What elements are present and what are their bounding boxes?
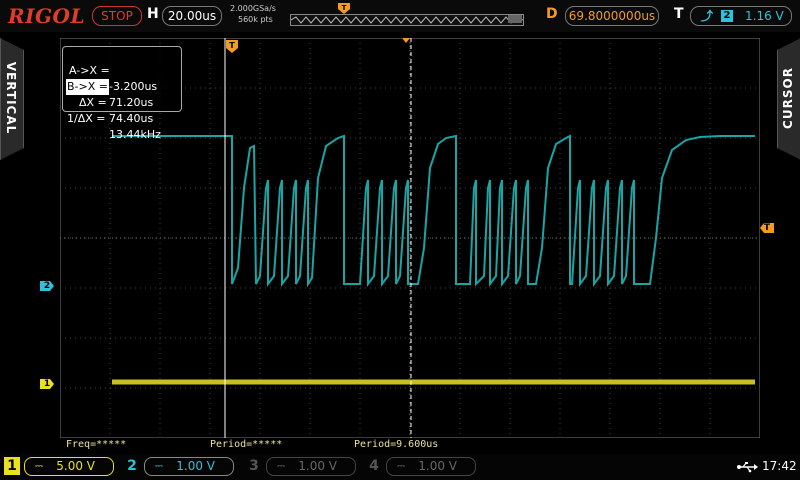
- trigger-label: T: [674, 6, 684, 22]
- measurement-freq[interactable]: Freq=*****: [66, 439, 126, 450]
- clock: 17:42: [762, 459, 797, 473]
- svg-text:T: T: [342, 4, 347, 12]
- ch2-button[interactable]: 2: [124, 457, 140, 475]
- svg-text:T: T: [229, 41, 235, 50]
- dc-coupling-icon: ⎓: [35, 461, 43, 472]
- ch1-scale-value: 5.00 V: [56, 459, 95, 473]
- sample-rate: 2.000GSa/s: [230, 4, 276, 13]
- rising-edge-icon: ⤴: [701, 9, 714, 23]
- ch4-scale[interactable]: ⎓ 1.00 V: [386, 457, 476, 476]
- inverse-delta-row: 1/ΔX = 13.44kHz: [63, 95, 181, 159]
- ch2-scale-value: 1.00 V: [176, 459, 215, 473]
- trigger-settings[interactable]: ⤴ 2 1.16 V: [690, 6, 792, 26]
- dc-coupling-icon: ⎓: [277, 461, 285, 472]
- dc-coupling-icon: ⎓: [397, 461, 405, 472]
- dc-coupling-icon: ⎓: [155, 461, 163, 472]
- acquisition-info: 2.000GSa/s 560k pts: [230, 3, 276, 25]
- cursor-menu-tab[interactable]: CURSOR: [777, 38, 800, 160]
- memory-view-window[interactable]: [508, 15, 522, 23]
- memory-depth: 560k pts: [238, 15, 273, 24]
- inverse-delta-value: 13.44kHz: [109, 128, 161, 141]
- horizontal-label: H: [147, 6, 159, 22]
- measurement-period-2[interactable]: Period=9.600us: [354, 439, 438, 450]
- measurement-period-1[interactable]: Period=*****: [210, 439, 282, 450]
- vertical-tab-label: VERTICAL: [4, 61, 18, 135]
- cursor-readout: A->X = -3.200us B->X = 71.20us ΔX = 74.4…: [62, 46, 182, 141]
- ch1-button[interactable]: 1: [4, 457, 20, 475]
- ch3-scale-value: 1.00 V: [298, 459, 337, 473]
- ch3-button[interactable]: 3: [246, 457, 262, 475]
- ch4-scale-value: 1.00 V: [418, 459, 457, 473]
- trigger-source-badge: 2: [721, 10, 733, 22]
- delay-label: D: [546, 6, 558, 22]
- timebase-scale[interactable]: 20.00us: [162, 6, 222, 26]
- memory-overview-bar[interactable]: [290, 14, 524, 26]
- ch2-scale[interactable]: ⎓ 1.00 V: [144, 457, 234, 476]
- ch1-ground-marker[interactable]: 1: [40, 379, 54, 389]
- ch3-scale[interactable]: ⎓ 1.00 V: [266, 457, 356, 476]
- vertical-menu-tab[interactable]: VERTICAL: [0, 38, 24, 160]
- inverse-delta-label: 1/ΔX =: [67, 112, 106, 125]
- trigger-level: 1.16 V: [745, 9, 784, 23]
- brand-logo: RIGOL: [8, 4, 86, 28]
- trigger-position-top-marker: T: [338, 3, 350, 14]
- delay-value[interactable]: 69.8000000us: [565, 6, 659, 26]
- cursor-tab-label: CURSOR: [781, 67, 795, 129]
- trigger-offset-marker[interactable]: T: [226, 40, 238, 53]
- memory-waveform-preview: [291, 16, 523, 24]
- ch1-scale[interactable]: ⎓ 5.00 V: [24, 457, 114, 476]
- usb-icon: [737, 462, 758, 473]
- ch2-ground-marker[interactable]: 2: [40, 281, 54, 291]
- run-stop-button[interactable]: STOP: [92, 6, 142, 26]
- trigger-level-marker[interactable]: T: [760, 223, 774, 233]
- ch4-button[interactable]: 4: [366, 457, 382, 475]
